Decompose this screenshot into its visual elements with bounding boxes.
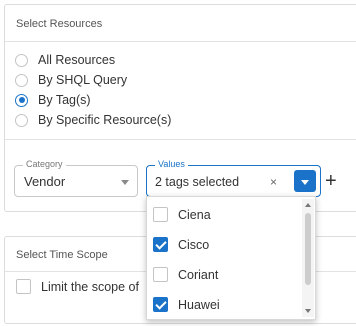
radio-label: By Tag(s) [38, 93, 91, 107]
option-checkbox-checked[interactable] [153, 237, 168, 252]
dropdown-scrollbar[interactable] [302, 199, 314, 317]
radio-label: By SHQL Query [38, 73, 128, 87]
category-value: Vendor [24, 174, 66, 189]
radio-by-tags[interactable]: By Tag(s) [15, 93, 91, 107]
scroll-down-icon[interactable] [305, 309, 311, 313]
radio-button[interactable] [15, 53, 28, 67]
option-label: Cisco [178, 237, 210, 252]
radio-label: By Specific Resource(s) [38, 113, 172, 127]
panel-title-select-resources: Select Resources [16, 18, 103, 30]
option-checkbox-checked[interactable] [153, 297, 168, 312]
values-selected-text: 2 tags selected [155, 175, 240, 189]
scroll-up-icon[interactable] [305, 203, 311, 207]
values-dropdown-menu: Ciena Cisco Coriant Huawei [146, 196, 316, 320]
option-checkbox[interactable] [153, 267, 168, 282]
category-select[interactable]: Category Vendor [14, 159, 138, 197]
dropdown-option-coriant[interactable]: Coriant [153, 267, 218, 282]
add-icon[interactable]: + [325, 171, 337, 191]
limit-scope-checkbox-row[interactable]: Limit the scope of re [16, 279, 143, 294]
panel-divider [5, 41, 356, 42]
limit-scope-label: Limit the scope of re [41, 279, 143, 294]
option-label: Huawei [178, 297, 220, 312]
option-label: Coriant [178, 267, 219, 282]
scrollbar-thumb[interactable] [305, 213, 311, 285]
values-select[interactable]: Values 2 tags selected × [146, 159, 321, 197]
option-label: Ciena [178, 207, 211, 222]
clear-icon[interactable]: × [270, 175, 277, 189]
limit-scope-checkbox[interactable] [16, 279, 31, 294]
select-resources-panel: Select Resources All Resources By SHQL Q… [4, 4, 356, 212]
dropdown-option-huawei[interactable]: Huawei [153, 297, 220, 312]
chevron-down-icon [301, 180, 309, 185]
radio-by-shql-query[interactable]: By SHQL Query [15, 73, 127, 87]
dropdown-option-cisco[interactable]: Cisco [153, 237, 209, 252]
panel-title-select-time-scope: Select Time Scope [16, 249, 108, 261]
option-checkbox[interactable] [153, 207, 168, 222]
radio-label: All Resources [38, 53, 116, 67]
category-legend: Category [23, 159, 66, 169]
radio-by-specific-resources[interactable]: By Specific Resource(s) [15, 113, 171, 127]
dropdown-toggle-button[interactable] [294, 170, 316, 192]
radio-button[interactable] [15, 73, 28, 87]
radio-button[interactable] [15, 113, 28, 127]
chevron-down-icon[interactable] [121, 180, 129, 185]
dropdown-option-ciena[interactable]: Ciena [153, 207, 211, 222]
panel-divider [5, 139, 356, 140]
radio-all-resources[interactable]: All Resources [15, 53, 115, 67]
radio-button-selected[interactable] [15, 93, 28, 107]
values-legend: Values [155, 159, 188, 169]
